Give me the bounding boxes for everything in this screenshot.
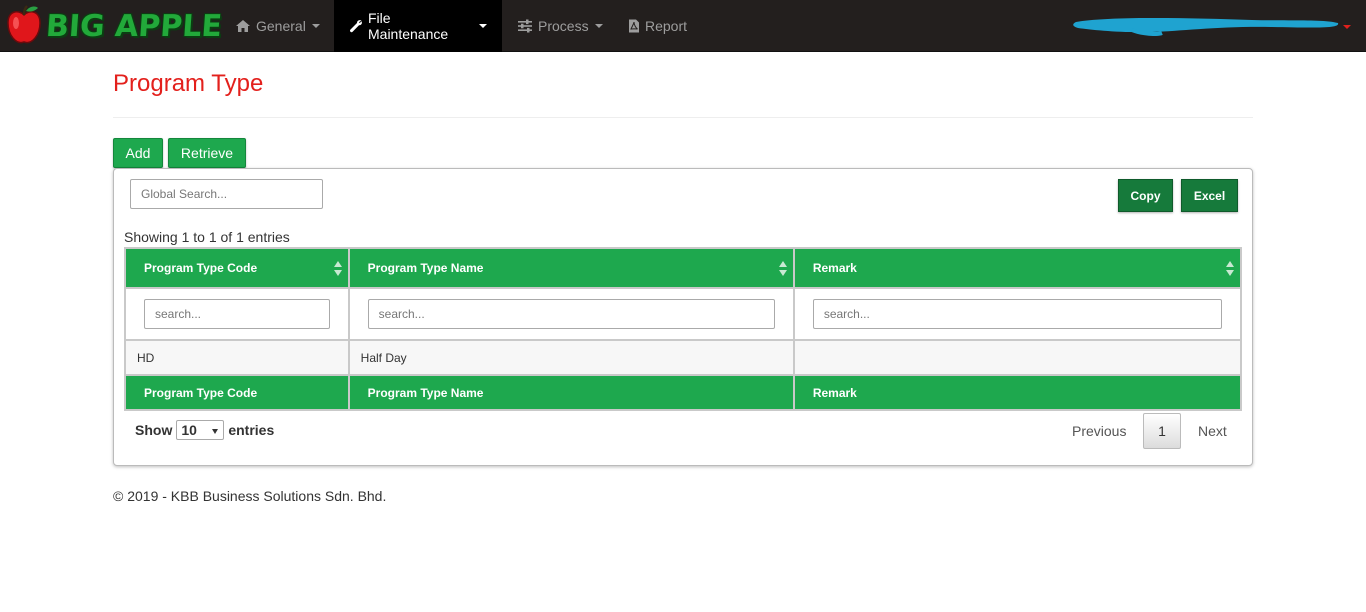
pdf-file-icon [628,19,640,33]
length-suffix: entries [228,422,275,438]
length-prefix: Show [135,422,173,438]
filter-cell [124,287,350,341]
page-title: Program Type [113,70,264,97]
nav-general[interactable]: General [220,0,335,52]
nav-file-maintenance[interactable]: File Maintenance [334,0,502,52]
nav-process-label: Process [538,18,589,34]
program-type-table: Program Type Code Program Type Name Rema… [124,247,1243,411]
program-type-name-search-input[interactable] [367,299,775,329]
entries-length-control: Show 10 entries [135,420,274,440]
column-header-label: Program Type Name [367,261,484,275]
add-button[interactable]: Add [113,138,163,168]
program-type-code-search-input[interactable] [144,299,330,329]
chevron-down-icon[interactable] [1343,25,1351,29]
chevron-down-icon [212,429,219,434]
chevron-down-icon [594,24,603,28]
pagination-previous[interactable]: Previous [1060,413,1138,449]
apple-icon [4,3,44,50]
nav-process[interactable]: Process [502,0,618,52]
brand-name: BIG APPLE [44,8,224,44]
home-icon [235,19,251,33]
table-info: Showing 1 to 1 of 1 entries [124,229,290,245]
column-header-remark[interactable]: Remark [792,247,1243,289]
sort-icon [778,261,787,277]
nav-file-maintenance-label: File Maintenance [368,10,449,42]
filter-cell [792,287,1243,341]
filter-cell [347,287,795,341]
chevron-down-icon [311,24,320,28]
sort-icon [333,261,342,277]
column-header-label: Program Type Code [144,261,258,275]
sort-icon [1226,261,1234,277]
cell-program-type-name: Half Day [347,339,795,376]
title-divider [113,117,1253,118]
copyright-footer: © 2019 - KBB Business Solutions Sdn. Bhd… [113,488,387,504]
nav-report-label: Report [645,18,688,34]
retrieve-button[interactable]: Retrieve [168,138,246,168]
chevron-down-icon [479,24,487,28]
nav-general-label: General [256,18,306,34]
table-footer-row: Program Type Code Program Type Name Rema… [124,374,1243,411]
footer-column-program-type-name: Program Type Name [347,374,795,411]
brand-logo[interactable]: BIG APPLE [4,3,224,50]
cell-remark [792,339,1243,376]
footer-column-remark: Remark [792,374,1243,411]
table-row[interactable]: HD Half Day [124,339,1243,376]
column-header-label: Remark [812,261,857,275]
remark-search-input[interactable] [812,299,1222,329]
footer-column-program-type-code: Program Type Code [124,374,350,411]
global-search-input[interactable] [130,179,323,209]
column-header-program-type-name[interactable]: Program Type Name [347,247,795,289]
pagination-next[interactable]: Next [1186,413,1239,449]
sliders-icon [517,19,533,33]
entries-length-select[interactable]: 10 [176,420,225,440]
wrench-icon [349,19,363,33]
column-header-program-type-code[interactable]: Program Type Code [124,247,350,289]
nav-report[interactable]: Report [613,0,702,52]
table-header-row: Program Type Code Program Type Name Rema… [124,247,1243,289]
pagination-page-1[interactable]: 1 [1143,413,1181,449]
top-navbar: BIG APPLE General File Maintenance Proce… [0,0,1366,52]
cell-program-type-code: HD [124,339,350,376]
column-filter-row [124,287,1243,341]
excel-button[interactable]: Excel [1181,179,1238,212]
copy-button[interactable]: Copy [1118,179,1173,212]
user-menu[interactable] [1072,14,1342,36]
entries-length-value: 10 [181,422,197,438]
